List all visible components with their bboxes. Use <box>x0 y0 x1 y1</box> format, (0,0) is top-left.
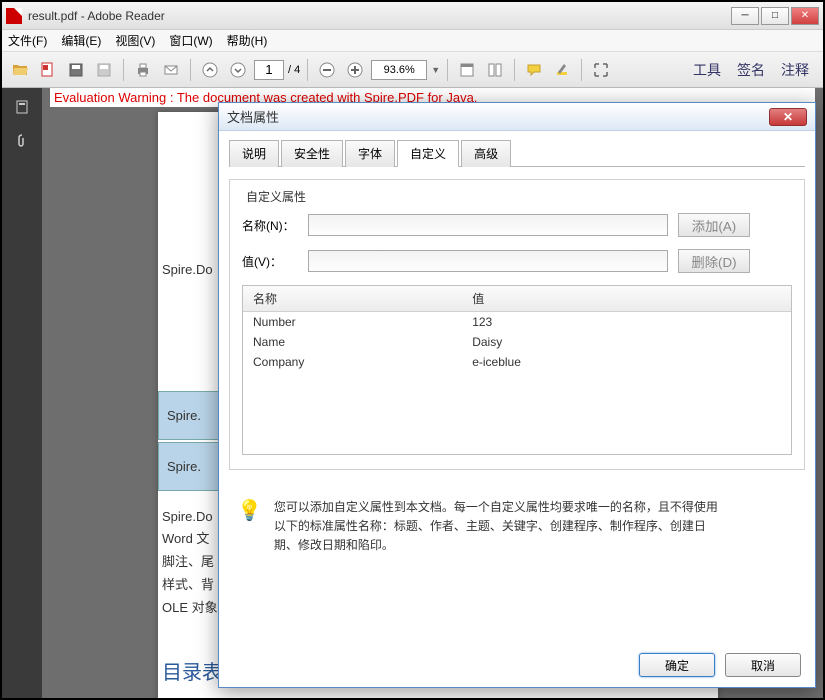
delete-button[interactable]: 删除(D) <box>678 249 750 273</box>
highlight-icon[interactable] <box>550 58 574 82</box>
create-pdf-icon[interactable] <box>36 58 60 82</box>
doc-text: 第一章. <box>158 697 718 698</box>
left-sidebar <box>2 88 42 698</box>
print-icon[interactable] <box>131 58 155 82</box>
window-controls: ─ □ ✕ <box>731 7 819 25</box>
name-input[interactable] <box>308 214 668 236</box>
zoom-input[interactable] <box>371 60 427 80</box>
menu-bar: 文件(F) 编辑(E) 视图(V) 窗口(W) 帮助(H) <box>2 30 823 52</box>
toolbar: / 4 ▼ 工具 签名 注释 <box>2 52 823 88</box>
value-label: 值(V)： <box>242 253 298 270</box>
table-row[interactable]: NameDaisy <box>243 332 791 352</box>
comment-link[interactable]: 注释 <box>781 60 809 80</box>
menu-edit[interactable]: 编辑(E) <box>61 32 101 49</box>
tool2-icon[interactable] <box>483 58 507 82</box>
tool1-icon[interactable] <box>455 58 479 82</box>
menu-view[interactable]: 视图(V) <box>115 32 155 49</box>
maximize-button[interactable]: □ <box>761 7 789 25</box>
comment-bubble-icon[interactable] <box>522 58 546 82</box>
properties-table[interactable]: 名称 值 Number123 NameDaisy Companye-iceblu… <box>242 285 792 455</box>
save-icon[interactable] <box>64 58 88 82</box>
page-up-icon[interactable] <box>198 58 222 82</box>
menu-window[interactable]: 窗口(W) <box>169 32 212 49</box>
col-name-header[interactable]: 名称 <box>243 286 462 312</box>
page-number-input[interactable] <box>254 60 284 80</box>
app-icon <box>6 8 22 24</box>
fullscreen-icon[interactable] <box>589 58 613 82</box>
tab-advanced[interactable]: 高级 <box>461 140 511 167</box>
minimize-button[interactable]: ─ <box>731 7 759 25</box>
tab-security[interactable]: 安全性 <box>281 140 343 167</box>
tools-link[interactable]: 工具 <box>693 60 721 80</box>
hint-text: 您可以添加自定义属性到本文档。每一个自定义属性均要求唯一的名称，且不得使用 以下… <box>274 498 718 556</box>
custom-properties-group: 自定义属性 名称(N)： 添加(A) 值(V)： 删除(D) 名称 值 <box>229 179 805 470</box>
zoom-dropdown-icon[interactable]: ▼ <box>431 65 440 75</box>
dialog-tabstrip: 说明 安全性 字体 自定义 高级 <box>229 139 805 167</box>
thumbnails-icon[interactable] <box>11 96 33 118</box>
sign-link[interactable]: 签名 <box>737 60 765 80</box>
document-properties-dialog: 文档属性 ✕ 说明 安全性 字体 自定义 高级 自定义属性 名称(N)： 添加(… <box>218 102 816 688</box>
tab-description[interactable]: 说明 <box>229 140 279 167</box>
add-button[interactable]: 添加(A) <box>678 213 750 237</box>
group-legend: 自定义属性 <box>242 188 310 205</box>
window-titlebar: result.pdf - Adobe Reader ─ □ ✕ <box>2 2 823 30</box>
table-row[interactable]: Number123 <box>243 312 791 333</box>
tab-fonts[interactable]: 字体 <box>345 140 395 167</box>
table-row[interactable]: Companye-iceblue <box>243 352 791 372</box>
name-label: 名称(N)： <box>242 217 298 234</box>
zoom-in-icon[interactable] <box>343 58 367 82</box>
dialog-close-button[interactable]: ✕ <box>769 108 807 126</box>
ok-button[interactable]: 确定 <box>639 653 715 677</box>
email-icon[interactable] <box>159 58 183 82</box>
close-button[interactable]: ✕ <box>791 7 819 25</box>
window-title: result.pdf - Adobe Reader <box>28 9 731 23</box>
menu-help[interactable]: 帮助(H) <box>227 32 268 49</box>
save-disabled-icon <box>92 58 116 82</box>
col-value-header[interactable]: 值 <box>462 286 791 312</box>
dialog-titlebar[interactable]: 文档属性 ✕ <box>219 103 815 131</box>
menu-file[interactable]: 文件(F) <box>8 32 47 49</box>
page-total-label: / 4 <box>288 64 300 76</box>
tab-custom[interactable]: 自定义 <box>397 140 459 167</box>
cancel-button[interactable]: 取消 <box>725 653 801 677</box>
page-down-icon[interactable] <box>226 58 250 82</box>
lightbulb-icon: 💡 <box>237 498 262 556</box>
value-input[interactable] <box>308 250 668 272</box>
zoom-out-icon[interactable] <box>315 58 339 82</box>
dialog-title: 文档属性 <box>227 107 769 126</box>
attachments-icon[interactable] <box>11 130 33 152</box>
open-icon[interactable] <box>8 58 32 82</box>
hint-area: 💡 您可以添加自定义属性到本文档。每一个自定义属性均要求唯一的名称，且不得使用 … <box>229 498 805 556</box>
